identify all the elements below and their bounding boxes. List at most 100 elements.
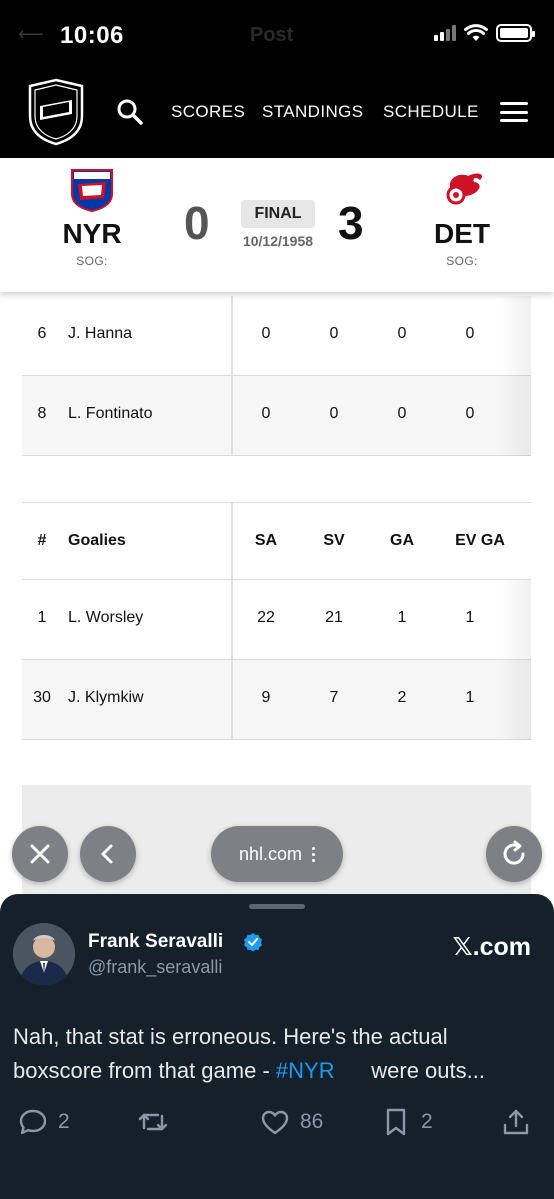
home-score: 3	[338, 197, 364, 249]
nav-schedule-link[interactable]: SCHEDULE	[383, 102, 479, 122]
stat-cell: 1	[465, 609, 475, 626]
goalie-row[interactable]: 1 L. Worsley 22 21 1 1	[22, 580, 531, 660]
away-team-abbr: NYR	[62, 218, 122, 249]
bookmark-icon	[386, 1108, 406, 1136]
avatar-photo-icon	[13, 923, 75, 985]
nhl-nav: SCORES STANDINGS SCHEDULE	[0, 78, 554, 146]
stat-cell: 0	[465, 405, 475, 422]
game-score-header: NYR SOG: 0 FINAL 10/12/1958 3 DET SOG:	[0, 158, 554, 292]
status-time: 10:06	[60, 22, 124, 49]
repost-icon	[138, 1113, 168, 1131]
app-header: ⟵ 10:06 Post SCORES STANDINGS SCHEDULE	[0, 0, 554, 158]
stat-cell: 7	[329, 689, 339, 706]
hashtag-link[interactable]: #NYR	[276, 1058, 335, 1083]
away-score: 0	[184, 197, 210, 249]
player-name[interactable]: J. Klymkiw	[68, 689, 144, 707]
player-name[interactable]: L. Worsley	[68, 609, 143, 627]
away-team[interactable]: NYR SOG:	[42, 168, 142, 268]
game-date: 10/12/1958	[242, 233, 314, 249]
nhl-logo-icon[interactable]	[26, 78, 86, 146]
close-browser-button[interactable]	[12, 826, 68, 882]
column-divider	[231, 580, 233, 659]
column-divider	[231, 503, 233, 579]
stat-cell: 0	[465, 325, 475, 342]
stat-cell: 9	[261, 689, 271, 706]
url-bar[interactable]: nhl.com	[211, 826, 343, 882]
status-indicators	[434, 24, 535, 42]
skater-row[interactable]: 8 L. Fontinato 0 0 0 0	[22, 376, 531, 456]
goalies-header-row: # Goalies SA SV GA EV GA	[22, 502, 531, 580]
reply-icon	[19, 1109, 47, 1135]
chevron-left-icon	[101, 844, 113, 864]
reply-count: 2	[58, 1110, 70, 1133]
stat-cell: 0	[261, 325, 271, 342]
header-sv[interactable]: SV	[309, 532, 359, 550]
stat-cell: 2	[397, 689, 407, 706]
player-name[interactable]: J. Hanna	[68, 325, 132, 343]
player-name[interactable]: L. Fontinato	[68, 405, 153, 423]
browser-back-button[interactable]	[80, 826, 136, 882]
table-scroll-shadow	[498, 580, 531, 740]
share-button[interactable]	[501, 1107, 531, 1137]
more-options-icon[interactable]	[312, 846, 316, 862]
header-goalies: Goalies	[68, 532, 126, 549]
status-app-hint: Post	[250, 24, 294, 46]
red-wings-logo-icon	[446, 173, 483, 205]
nav-standings-link[interactable]: STANDINGS	[262, 102, 364, 122]
like-button[interactable]: 86	[260, 1107, 323, 1137]
header-sa[interactable]: SA	[241, 532, 291, 550]
skater-row[interactable]: 6 J. Hanna 0 0 0 0	[22, 296, 531, 376]
avatar[interactable]	[13, 923, 75, 985]
table-scroll-shadow	[498, 296, 531, 456]
verified-badge-icon	[244, 933, 262, 952]
url-text: nhl.com	[238, 843, 303, 864]
player-number: 1	[37, 609, 47, 626]
sheet-grabber[interactable]	[249, 904, 305, 909]
stat-cell: 1	[397, 609, 407, 626]
stat-cell: 0	[329, 405, 339, 422]
author-handle[interactable]: @frank_seravalli	[88, 957, 222, 978]
tweet-text-end: were outs...	[334, 1058, 485, 1083]
game-status-badge: FINAL	[241, 200, 315, 228]
goalie-row[interactable]: 30 J. Klymkiw 9 7 2 1	[22, 660, 531, 740]
share-icon	[503, 1109, 529, 1135]
player-number: 30	[33, 689, 51, 706]
player-number: 6	[37, 325, 47, 342]
repost-button[interactable]	[138, 1107, 168, 1137]
tweet-text: Nah, that stat is erroneous. Here's the …	[13, 1020, 543, 1088]
author-name[interactable]: Frank Seravalli	[88, 931, 223, 953]
nav-scores-link[interactable]: SCORES	[171, 102, 245, 122]
home-team[interactable]: DET SOG:	[412, 168, 512, 268]
stat-cell: 1	[465, 689, 475, 706]
bookmark-count: 2	[421, 1110, 433, 1133]
bookmark-button[interactable]: 2	[381, 1107, 433, 1137]
reload-button[interactable]	[486, 826, 542, 882]
close-icon	[30, 844, 50, 864]
stat-cell: 0	[397, 325, 407, 342]
header-number: #	[37, 532, 47, 549]
header-ga[interactable]: GA	[377, 532, 427, 550]
reply-button[interactable]: 2	[18, 1107, 70, 1137]
column-divider	[231, 660, 233, 739]
stat-cell: 0	[261, 405, 271, 422]
player-number: 8	[37, 405, 47, 422]
stat-cell: 0	[329, 325, 339, 342]
wifi-icon	[464, 24, 488, 41]
stat-cell: 22	[257, 609, 275, 626]
battery-icon	[496, 24, 535, 42]
rangers-logo-icon	[71, 169, 113, 212]
status-back-hint: ⟵	[18, 24, 44, 44]
tweet-card[interactable]: Frank Seravalli @frank_seravalli 𝕏.com N…	[0, 894, 554, 1199]
reload-icon	[503, 840, 525, 865]
home-sog-label: SOG:	[446, 254, 478, 268]
column-divider	[231, 376, 233, 455]
x-site-label[interactable]: 𝕏.com	[453, 932, 532, 962]
column-divider	[231, 296, 233, 375]
like-count: 86	[300, 1110, 324, 1133]
search-icon[interactable]	[116, 98, 144, 126]
hamburger-menu-icon[interactable]	[500, 102, 528, 122]
header-ev-ga[interactable]: EV GA	[440, 532, 520, 550]
away-sog-label: SOG:	[76, 254, 108, 268]
heart-icon	[261, 1110, 289, 1135]
home-team-abbr: DET	[434, 218, 490, 249]
